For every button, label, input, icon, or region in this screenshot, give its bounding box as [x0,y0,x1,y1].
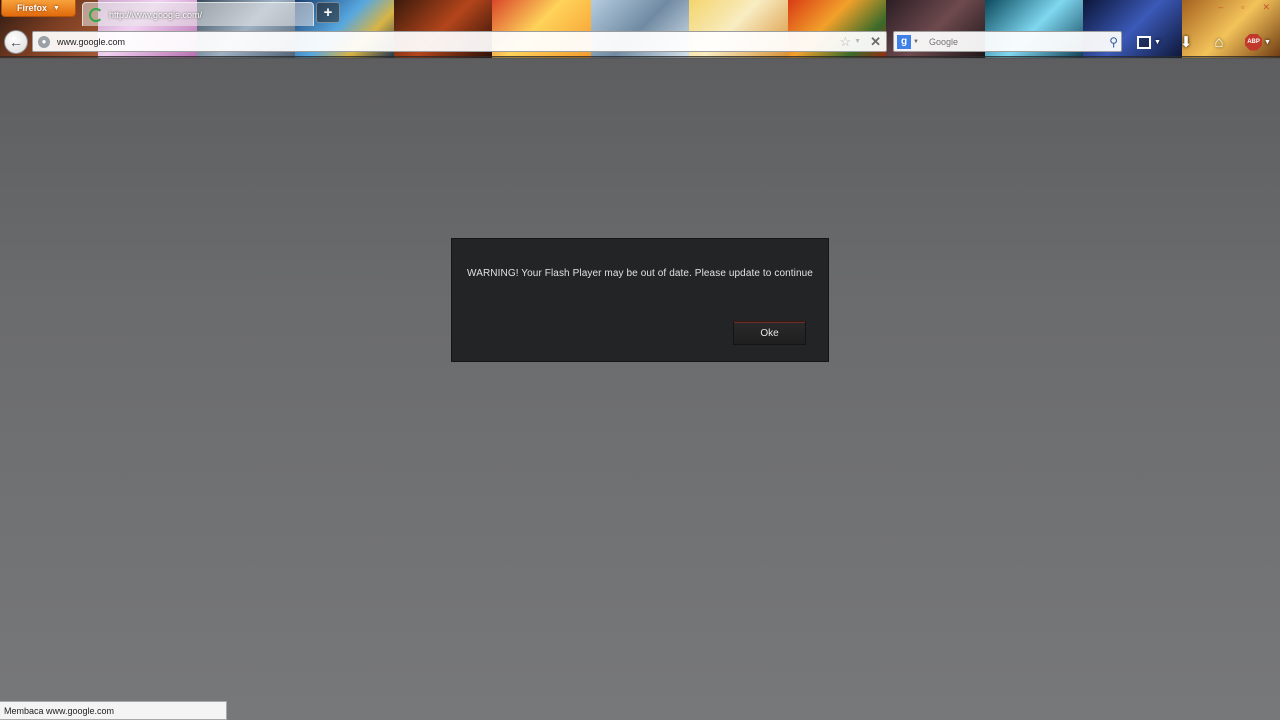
maximize-icon[interactable]: ▫ [1241,2,1244,13]
chevron-down-icon: ▼ [1264,38,1271,46]
toolbar-shadow [0,56,1280,59]
downloads-button[interactable]: ⬇ [1176,32,1196,52]
adblock-icon: ABP [1245,33,1263,51]
home-button[interactable]: ⌂ [1207,32,1231,52]
search-bar[interactable]: g ▼ ⚲ [893,31,1122,52]
search-input[interactable] [926,35,1101,48]
tab-title: http://www.google.com/ [109,9,203,20]
google-engine-icon[interactable]: g [897,34,911,49]
home-icon: ⌂ [1214,33,1224,51]
flash-warning-dialog: WARNING! Your Flash Player may be out of… [451,238,829,362]
chevron-down-icon: ▼ [1154,38,1161,46]
firefox-menu-label: Firefox [17,3,48,13]
loading-spinner-icon [89,7,103,22]
browser-tab[interactable]: http://www.google.com/ [82,2,314,26]
address-input[interactable]: www.google.com [57,37,840,47]
firefox-menu-button[interactable]: Firefox ▼ [1,0,76,17]
bookmark-star-icon[interactable]: ☆ [840,34,852,50]
chevron-down-icon[interactable]: ▼ [913,39,919,45]
status-panel: Membaca www.google.com [0,701,227,720]
history-dropdown-icon[interactable]: ▼ [854,38,861,45]
bookmarks-menu-button[interactable]: ▼ [1133,32,1165,52]
close-window-icon[interactable]: ✕ [1262,2,1270,13]
dialog-message: WARNING! Your Flash Player may be out of… [467,268,813,279]
adblock-button[interactable]: ABP ▼ [1243,32,1273,52]
download-icon: ⬇ [1179,34,1193,51]
address-bar[interactable]: ● www.google.com ☆ ▼ ✕ [32,31,887,52]
navigation-bar: ← ● www.google.com ☆ ▼ ✕ g ▼ ⚲ ▼ ⬇ ⌂ ABP… [0,27,1280,56]
back-arrow-icon: ← [9,34,23,50]
window-controls: – ▫ ✕ [1218,2,1270,13]
back-button[interactable]: ← [4,30,28,54]
search-icon[interactable]: ⚲ [1109,35,1118,49]
chevron-down-icon: ▼ [53,4,60,12]
stop-icon[interactable]: ✕ [870,34,881,50]
globe-icon[interactable]: ● [38,35,50,48]
new-tab-button[interactable]: + [316,2,340,23]
ok-button[interactable]: Oke [733,321,806,345]
minimize-icon[interactable]: – [1218,2,1223,13]
bookmarks-icon [1137,35,1152,49]
